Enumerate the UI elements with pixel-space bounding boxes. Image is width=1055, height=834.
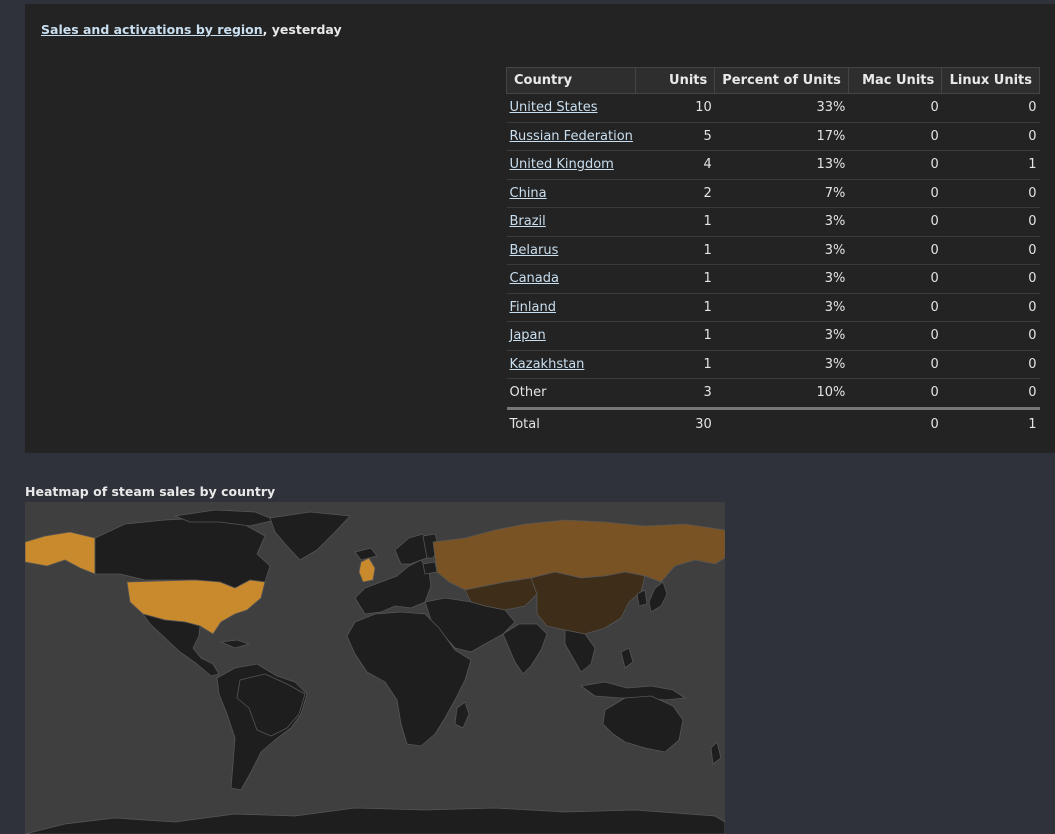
cell-mac-units: 0 bbox=[848, 207, 942, 237]
table-row: Belarus 1 3% 0 0 bbox=[506, 236, 1040, 265]
cell-linux-units: 0 bbox=[941, 378, 1040, 410]
cell-linux-units: 1 bbox=[1028, 417, 1037, 432]
panel-title-suffix: , yesterday bbox=[262, 22, 342, 37]
cell-linux-units: 0 bbox=[941, 93, 1040, 123]
cell-units: 5 bbox=[635, 122, 715, 151]
country-link[interactable]: Japan bbox=[510, 328, 546, 343]
table-row: Brazil 1 3% 0 0 bbox=[506, 207, 1040, 237]
cell-mac-units: 0 bbox=[930, 417, 939, 432]
table-row: United Kingdom 4 13% 0 1 bbox=[506, 150, 1040, 180]
cell-mac-units: 0 bbox=[848, 236, 942, 265]
cell-mac-units: 0 bbox=[848, 150, 942, 180]
table-row: Japan 1 3% 0 0 bbox=[506, 321, 1040, 351]
country-link[interactable]: United Kingdom bbox=[510, 157, 614, 172]
cell-country: Other bbox=[506, 378, 636, 410]
heatmap-title: Heatmap of steam sales by country bbox=[25, 484, 276, 499]
country-belarus[interactable] bbox=[422, 561, 438, 575]
cell-linux-units: 0 bbox=[941, 122, 1040, 151]
cell-percent: 7% bbox=[714, 179, 849, 208]
column-header-country[interactable]: Country bbox=[505, 67, 637, 94]
cell-linux-units: 0 bbox=[941, 236, 1040, 265]
cell-linux-units: 0 bbox=[941, 207, 1040, 237]
cell-country[interactable]: United Kingdom bbox=[506, 150, 636, 180]
cell-mac-units: 0 bbox=[848, 264, 942, 294]
column-header-mac-units[interactable]: Mac Units bbox=[847, 67, 943, 94]
table-row: United States 10 33% 0 0 bbox=[506, 93, 1040, 123]
table-row: Kazakhstan 1 3% 0 0 bbox=[506, 350, 1040, 379]
total-row: Total 30 0 1 bbox=[507, 408, 1040, 440]
cell-mac-units: 0 bbox=[848, 350, 942, 379]
cell-linux-units: 0 bbox=[941, 179, 1040, 208]
country-link[interactable]: Finland bbox=[510, 300, 556, 315]
cell-linux-units: 0 bbox=[941, 321, 1040, 351]
cell-country[interactable]: Kazakhstan bbox=[506, 350, 636, 379]
cell-percent: 33% bbox=[714, 93, 849, 123]
cell-units: 1 bbox=[635, 293, 715, 322]
cell-units: 30 bbox=[695, 417, 712, 432]
cell-percent: 3% bbox=[714, 207, 849, 237]
cell-percent: 13% bbox=[714, 150, 849, 180]
cell-mac-units: 0 bbox=[848, 179, 942, 208]
cell-country[interactable]: China bbox=[506, 179, 636, 208]
cell-linux-units: 0 bbox=[941, 350, 1040, 379]
country-link[interactable]: Kazakhstan bbox=[510, 357, 585, 372]
table-row: China 2 7% 0 0 bbox=[506, 179, 1040, 208]
cell-units: 10 bbox=[635, 93, 715, 123]
other-row: Other 3 10% 0 0 bbox=[506, 378, 1040, 410]
cell-percent: 3% bbox=[714, 321, 849, 351]
sales-region-panel: Sales and activations by region, yesterd… bbox=[25, 4, 1055, 453]
cell-units: 2 bbox=[635, 179, 715, 208]
cell-mac-units: 0 bbox=[848, 122, 942, 151]
cell-percent: 17% bbox=[714, 122, 849, 151]
cell-linux-units: 0 bbox=[941, 293, 1040, 322]
cell-mac-units: 0 bbox=[848, 93, 942, 123]
cell-mac-units: 0 bbox=[848, 321, 942, 351]
cell-country[interactable]: United States bbox=[506, 93, 636, 123]
panel-title: Sales and activations by region, yesterd… bbox=[41, 22, 342, 37]
column-header-linux-units[interactable]: Linux Units bbox=[941, 67, 1040, 94]
table-row: Finland 1 3% 0 0 bbox=[506, 293, 1040, 322]
cell-units: 1 bbox=[635, 207, 715, 237]
cell-units: 4 bbox=[635, 150, 715, 180]
cell-percent: 3% bbox=[714, 350, 849, 379]
cell-percent: 3% bbox=[714, 264, 849, 294]
country-link[interactable]: Russian Federation bbox=[510, 129, 633, 144]
cell-percent bbox=[715, 408, 849, 440]
cell-country: Total bbox=[509, 417, 540, 432]
world-map bbox=[25, 502, 725, 834]
cell-country[interactable]: Russian Federation bbox=[506, 122, 636, 151]
cell-units: 1 bbox=[635, 264, 715, 294]
cell-units: 1 bbox=[635, 236, 715, 265]
cell-linux-units: 0 bbox=[941, 264, 1040, 294]
cell-country[interactable]: Brazil bbox=[506, 207, 636, 237]
cell-units: 1 bbox=[635, 321, 715, 351]
sales-region-link[interactable]: Sales and activations by region bbox=[41, 22, 263, 37]
cell-mac-units: 0 bbox=[848, 378, 942, 410]
table-header-row: Country Units Percent of Units Mac Units… bbox=[505, 67, 1040, 94]
cell-units: 3 bbox=[635, 378, 715, 410]
cell-country[interactable]: Japan bbox=[506, 321, 636, 351]
country-link[interactable]: Brazil bbox=[510, 214, 546, 229]
country-link[interactable]: China bbox=[510, 186, 547, 201]
cell-mac-units: 0 bbox=[848, 293, 942, 322]
country-link[interactable]: Canada bbox=[510, 271, 559, 286]
column-header-percent[interactable]: Percent of Units bbox=[714, 67, 849, 94]
cell-percent: 3% bbox=[714, 293, 849, 322]
table-row: Russian Federation 5 17% 0 0 bbox=[506, 122, 1040, 151]
cell-country[interactable]: Canada bbox=[506, 264, 636, 294]
country-link[interactable]: United States bbox=[510, 100, 598, 115]
cell-percent: 10% bbox=[714, 378, 849, 410]
country-link[interactable]: Belarus bbox=[510, 243, 559, 258]
cell-country[interactable]: Belarus bbox=[506, 236, 636, 265]
sales-by-country-table: Country Units Percent of Units Mac Units… bbox=[505, 67, 1040, 440]
table-row: Canada 1 3% 0 0 bbox=[506, 264, 1040, 294]
cell-percent: 3% bbox=[714, 236, 849, 265]
cell-linux-units: 1 bbox=[941, 150, 1040, 180]
sales-heatmap bbox=[25, 502, 725, 834]
cell-units: 1 bbox=[635, 350, 715, 379]
cell-country[interactable]: Finland bbox=[506, 293, 636, 322]
column-header-units[interactable]: Units bbox=[635, 67, 716, 94]
